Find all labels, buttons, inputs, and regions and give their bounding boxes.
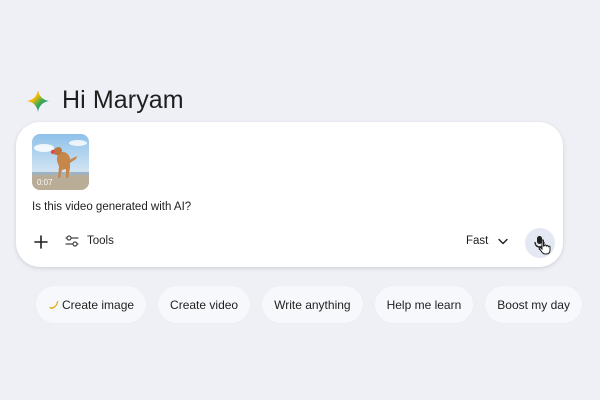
prompt-text[interactable]: Is this video generated with AI? [32, 201, 191, 213]
banana-icon [49, 300, 59, 309]
gemini-spark-icon [27, 89, 49, 112]
plus-icon [34, 235, 48, 249]
add-button[interactable] [32, 233, 50, 251]
gemini-home: Hi Maryam 0:07 Is this video generated w… [0, 0, 600, 400]
chip-label: Help me learn [386, 297, 462, 312]
microphone-button[interactable] [525, 228, 555, 258]
greeting-title: Hi Maryam [62, 86, 184, 114]
greeting: Hi Maryam [26, 86, 184, 115]
prompt-composer: 0:07 Is this video generated with AI? To… [16, 122, 563, 267]
model-selector[interactable]: Fast [466, 235, 509, 247]
chip-create-video[interactable]: Create video [157, 285, 252, 324]
hand-cursor-icon [538, 239, 551, 255]
chip-create-image[interactable]: Create image [35, 285, 148, 324]
tools-label: Tools [87, 235, 114, 247]
tools-button[interactable]: Tools [65, 235, 114, 247]
chip-label: Boost my day [497, 297, 570, 312]
video-duration: 0:07 [37, 178, 53, 187]
chip-help-me-learn[interactable]: Help me learn [373, 285, 475, 324]
model-label: Fast [466, 235, 489, 247]
chip-label: Create image [62, 297, 135, 312]
chip-label: Write anything [274, 297, 351, 312]
tools-sliders-icon [65, 235, 79, 247]
suggestion-chips: Create image Create video Write anything… [35, 285, 583, 324]
chip-boost-my-day[interactable]: Boost my day [484, 285, 583, 324]
chevron-down-icon [498, 238, 509, 244]
chip-write-anything[interactable]: Write anything [261, 285, 364, 324]
video-attachment-thumbnail[interactable]: 0:07 [32, 134, 89, 190]
chip-label: Create video [170, 297, 239, 312]
